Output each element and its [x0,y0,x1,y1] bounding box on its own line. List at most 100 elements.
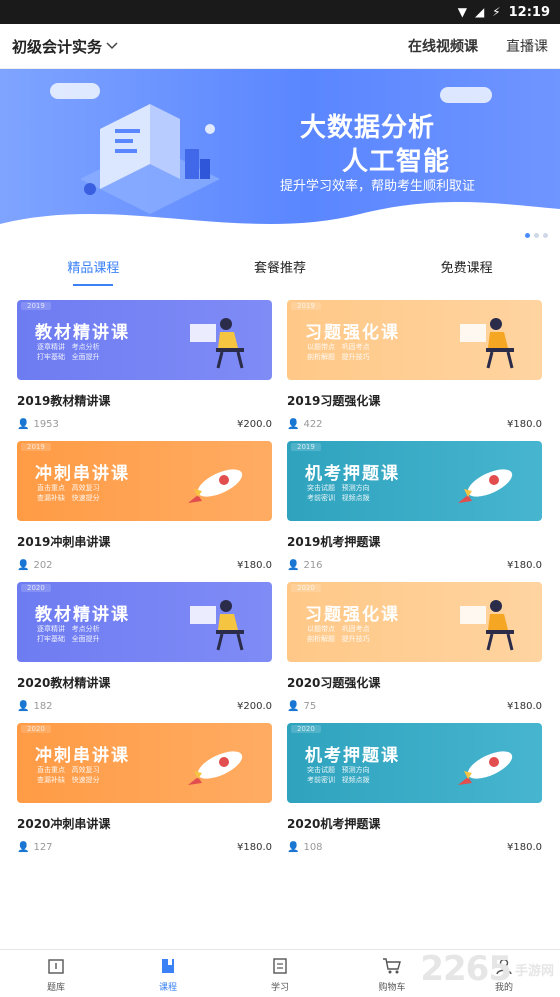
thumbnail-desc: 突击试题 预测方向 考前密训 视频点拨 [307,766,370,784]
student-at-desk-icon [190,600,244,651]
student-count: 182 [33,701,53,712]
course-meta: 👤 202 ¥180.0 [17,560,272,571]
thumbnail-title: 习题强化课 [305,323,400,343]
course-thumbnail: 2020 冲刺串讲课 直击重点 高效复习 查漏补缺 快速提分 [17,723,272,803]
course-card[interactable]: 2019 教材精讲课 逐章精讲 考点分析 打牢基础 全面提升 2019教材精讲课… [17,300,272,441]
carousel-dot[interactable] [534,233,539,238]
course-card[interactable]: 2019 机考押题课 突击试题 预测方向 考前密训 视频点拨 2019机考押题课… [287,441,542,582]
tab-free[interactable]: 免费课程 [373,244,560,294]
status-time: 12:19 [508,4,550,20]
rocket-icon [458,751,513,785]
notebook-icon [269,955,291,977]
thumbnail-title: 机考押题课 [305,464,400,484]
course-card[interactable]: 2020 习题强化课 以题带点 巩固考点 剖析解题 提升技巧 2020 习题强化课… [287,582,542,723]
thumbnail-desc: 直击重点 高效复习 查漏补缺 快速提分 [37,484,100,502]
student-at-desk-icon [460,600,514,651]
thumbnail-title: 教材精讲课 [35,323,130,343]
tab-packages[interactable]: 套餐推荐 [187,244,374,294]
course-meta: 👤 216 ¥180.0 [287,560,542,571]
course-title: 2019冲刺串讲课 [17,535,111,549]
person-icon: 👤 [17,842,30,853]
thumbnail-desc: 直击重点 高效复习 查漏补缺 快速提分 [37,766,100,784]
course-thumbnail: 2020 习题强化课 以题带点 巩固考点 剖析解题 提升技巧 [287,582,542,662]
house-icon [45,955,67,977]
course-tabs: 精品课程 套餐推荐 免费课程 [0,244,560,294]
course-year-tag: 2020 [21,584,51,592]
nav-label: 课程 [158,982,177,993]
course-year-tag: 2020 [21,725,51,733]
course-card[interactable]: 2020 冲刺串讲课 直击重点 高效复习 查漏补缺 快速提分 2020冲刺串讲课… [17,723,272,864]
student-count: 202 [33,560,53,571]
chevron-down-icon [106,39,118,53]
rocket-icon [458,469,513,503]
nav-label: 购物车 [378,982,406,993]
course-price: ¥180.0 [507,842,542,853]
course-card[interactable]: 2019 冲刺串讲课 直击重点 高效复习 查漏补缺 快速提分 2019冲刺串讲课… [17,441,272,582]
promo-banner[interactable]: 大数据分析 人工智能 提升学习效率，帮助考生顺利取证 [0,69,560,244]
nav-label: 学习 [270,982,289,993]
course-thumbnail: 2019 机考押题课 突击试题 预测方向 考前密训 视频点拨 [287,441,542,521]
signal-icon: ◢ [474,5,485,19]
cloud-shape [440,87,492,103]
course-year-tag: 2020 [291,584,321,592]
course-card[interactable]: 2020 教材精讲课 逐章精讲 考点分析 打牢基础 全面提升 2020教材精讲课… [17,582,272,723]
thumbnail-title: 习题强化课 [305,605,400,625]
nav-courses[interactable]: 课程 [112,950,224,997]
carousel-dot[interactable] [543,233,548,238]
course-thumbnail: 2020 教材精讲课 逐章精讲 考点分析 打牢基础 全面提升 [17,582,272,662]
course-year-tag: 2019 [291,302,321,310]
rocket-icon [188,469,243,503]
course-meta: 👤 182 ¥200.0 [17,701,272,712]
course-title: 2019习题强化课 [287,394,381,408]
course-thumbnail: 2019 冲刺串讲课 直击重点 高效复习 查漏补缺 快速提分 [17,441,272,521]
student-at-desk-icon [460,318,514,369]
thumbnail-desc: 以题带点 巩固考点 剖析解题 提升技巧 [307,625,370,643]
carousel-dots [525,233,548,238]
nav-study[interactable]: 学习 [224,950,336,997]
course-year-tag: 2019 [21,302,51,310]
cart-icon [381,955,403,977]
student-count: 422 [303,419,323,430]
course-price: ¥180.0 [507,701,542,712]
banner-title-1: 大数据分析 [300,113,436,143]
course-thumbnail: 2020 机考押题课 突击试题 预测方向 考前密训 视频点拨 [287,723,542,803]
watermark-text: 手游网 [514,963,554,979]
course-title: 2019机考押题课 [287,535,381,549]
live-class-link[interactable]: 直播课 [506,36,548,56]
thumbnail-desc: 以题带点 巩固考点 剖析解题 提升技巧 [307,343,370,361]
course-card[interactable]: 2019 习题强化课 以题带点 巩固考点 剖析解题 提升技巧 2019习题强化课… [287,300,542,441]
course-thumbnail: 2019 习题强化课 以题带点 巩固考点 剖析解题 提升技巧 [287,300,542,380]
status-bar: ▼ ◢ ⚡ 12:19 [0,0,560,24]
carousel-dot[interactable] [525,233,530,238]
person-icon: 👤 [287,560,300,571]
course-title: 2020冲刺串讲课 [17,817,111,831]
person-icon: 👤 [17,560,30,571]
course-price: ¥180.0 [237,560,272,571]
subject-label: 初级会计实务 [12,37,103,56]
course-grid: 2019 教材精讲课 逐章精讲 考点分析 打牢基础 全面提升 2019教材精讲课… [0,294,560,864]
battery-icon: ⚡ [492,5,501,19]
nav-question-bank[interactable]: 题库 [0,950,112,997]
course-price: ¥180.0 [507,560,542,571]
online-video-link[interactable]: 在线视频课 [408,36,478,56]
tab-premium[interactable]: 精品课程 [0,244,187,294]
course-title: 2020教材精讲课 [17,676,111,690]
course-meta: 👤 108 ¥180.0 [287,842,542,853]
thumbnail-desc: 突击试题 预测方向 考前密训 视频点拨 [307,484,370,502]
person-icon: 👤 [287,842,300,853]
book-icon [157,955,179,977]
thumbnail-title: 冲刺串讲课 [35,464,130,484]
banner-title-2: 人工智能 [342,147,451,177]
course-title: 2019教材精讲课 [17,394,111,408]
student-count: 127 [33,842,53,853]
course-meta: 👤 422 ¥180.0 [287,419,542,430]
course-meta: 👤 1953 ¥200.0 [17,419,272,430]
person-icon: 👤 [17,419,30,430]
rocket-icon [188,751,243,785]
wifi-icon: ▼ [457,5,467,19]
course-price: ¥200.0 [237,419,272,430]
top-header: 初级会计实务 在线视频课 直播课 [0,24,560,69]
student-count: 216 [303,560,323,571]
course-card[interactable]: 2020 机考押题课 突击试题 预测方向 考前密训 视频点拨 2020机考押题课… [287,723,542,864]
subject-selector[interactable]: 初级会计实务 [12,36,118,57]
